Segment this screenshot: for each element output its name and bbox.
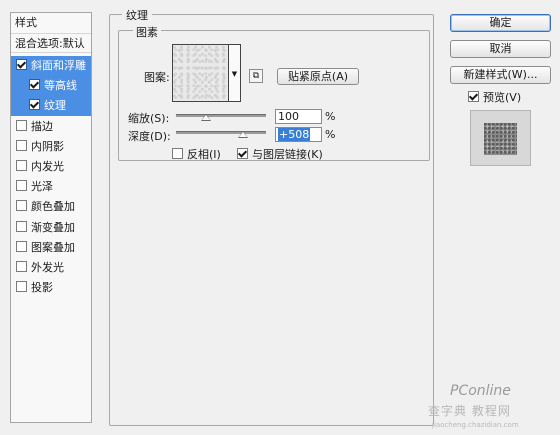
style-item-checkbox[interactable] — [16, 220, 27, 232]
style-item[interactable]: 外发光 — [11, 258, 91, 278]
style-item-label: 内发光 — [31, 160, 64, 173]
watermark-brand: PConline — [450, 383, 511, 399]
scale-slider-thumb[interactable] — [200, 114, 211, 121]
styles-list-panel: 样式 混合选项:默认 斜面和浮雕等高线纹理描边内阴影内发光光泽颜色叠加渐变叠加图… — [10, 12, 92, 423]
blending-options-header[interactable]: 混合选项:默认 — [11, 33, 91, 53]
style-item-checkbox[interactable] — [29, 79, 40, 91]
elements-group-title: 图素 — [133, 24, 161, 40]
pattern-dropdown-arrow-icon[interactable]: ▼ — [229, 44, 241, 102]
style-item-label: 颜色叠加 — [31, 200, 75, 214]
pattern-label: 图案: — [144, 71, 170, 84]
snap-to-origin-button[interactable]: 贴紧原点(A) — [277, 68, 359, 85]
style-item[interactable]: 渐变叠加 — [11, 218, 91, 238]
style-item[interactable]: 内阴影 — [11, 137, 91, 157]
depth-slider-thumb[interactable] — [238, 131, 249, 138]
preview-checkbox-box[interactable] — [468, 91, 479, 102]
style-item-label: 外发光 — [31, 261, 64, 274]
style-item-checkbox[interactable] — [16, 160, 27, 171]
scale-label: 缩放(S): — [128, 112, 170, 125]
style-item-label: 渐变叠加 — [31, 220, 75, 234]
style-item[interactable]: 内发光 — [11, 157, 91, 177]
style-item[interactable]: 颜色叠加 — [11, 197, 91, 217]
depth-input[interactable]: +508 — [275, 127, 322, 142]
styles-header[interactable]: 样式 — [11, 13, 91, 33]
style-item-checkbox[interactable] — [16, 59, 27, 70]
preview-checkbox[interactable]: 预览(V) — [468, 89, 521, 105]
new-style-button[interactable]: 新建样式(W)... — [450, 66, 551, 84]
preview-label: 预览(V) — [483, 91, 522, 104]
scale-input[interactable]: 100 — [275, 109, 322, 124]
style-item-label: 纹理 — [44, 99, 66, 113]
scale-slider-track[interactable] — [176, 114, 266, 117]
style-item-checkbox[interactable] — [16, 119, 27, 131]
style-item-label: 投影 — [31, 281, 53, 295]
style-item-label: 描边 — [31, 119, 53, 133]
style-item-label: 图案叠加 — [31, 240, 75, 254]
depth-label: 深度(D): — [128, 130, 171, 143]
invert-label: 反相(I) — [187, 148, 221, 161]
style-item[interactable]: 图案叠加 — [11, 238, 91, 258]
style-item-checkbox[interactable] — [16, 240, 27, 252]
style-item-label: 等高线 — [44, 79, 77, 93]
style-item[interactable]: 描边 — [11, 117, 91, 137]
link-with-layer-checkbox-box[interactable] — [237, 148, 248, 159]
ok-button[interactable]: 确定 — [450, 14, 551, 32]
invert-checkbox[interactable]: 反相(I) — [172, 146, 221, 162]
watermark-subtitle: 查字典 教程网 — [428, 404, 511, 418]
style-item-label: 内阴影 — [31, 139, 64, 153]
cancel-button[interactable]: 取消 — [450, 40, 551, 58]
style-item-checkbox[interactable] — [29, 99, 40, 111]
pattern-swatch[interactable] — [172, 44, 229, 102]
invert-checkbox-box[interactable] — [172, 148, 183, 159]
depth-unit: % — [325, 128, 336, 141]
texture-section-title: 纹理 — [122, 7, 152, 23]
style-item-checkbox[interactable] — [16, 281, 27, 293]
scale-unit: % — [325, 110, 336, 123]
style-item-checkbox[interactable] — [16, 200, 27, 212]
style-item-checkbox[interactable] — [16, 139, 27, 151]
style-item-checkbox[interactable] — [16, 261, 27, 272]
style-preview-thumbnail — [484, 123, 517, 155]
watermark-url: jiaocheng.chazidian.com — [432, 421, 519, 429]
style-item[interactable]: 投影 — [11, 278, 91, 298]
link-with-layer-label: 与图层链接(K) — [252, 148, 323, 161]
style-item[interactable]: 等高线 — [11, 76, 91, 97]
style-item-label: 光泽 — [31, 180, 53, 194]
link-with-layer-checkbox[interactable]: 与图层链接(K) — [237, 146, 323, 162]
style-item[interactable]: 纹理 — [11, 96, 91, 117]
style-item-checkbox[interactable] — [16, 180, 27, 192]
depth-slider-track[interactable] — [176, 131, 266, 134]
new-preset-icon[interactable]: ⧉ — [249, 69, 263, 83]
style-item[interactable]: 光泽 — [11, 177, 91, 197]
style-item-label: 斜面和浮雕 — [31, 59, 86, 72]
style-item[interactable]: 斜面和浮雕 — [11, 56, 91, 76]
